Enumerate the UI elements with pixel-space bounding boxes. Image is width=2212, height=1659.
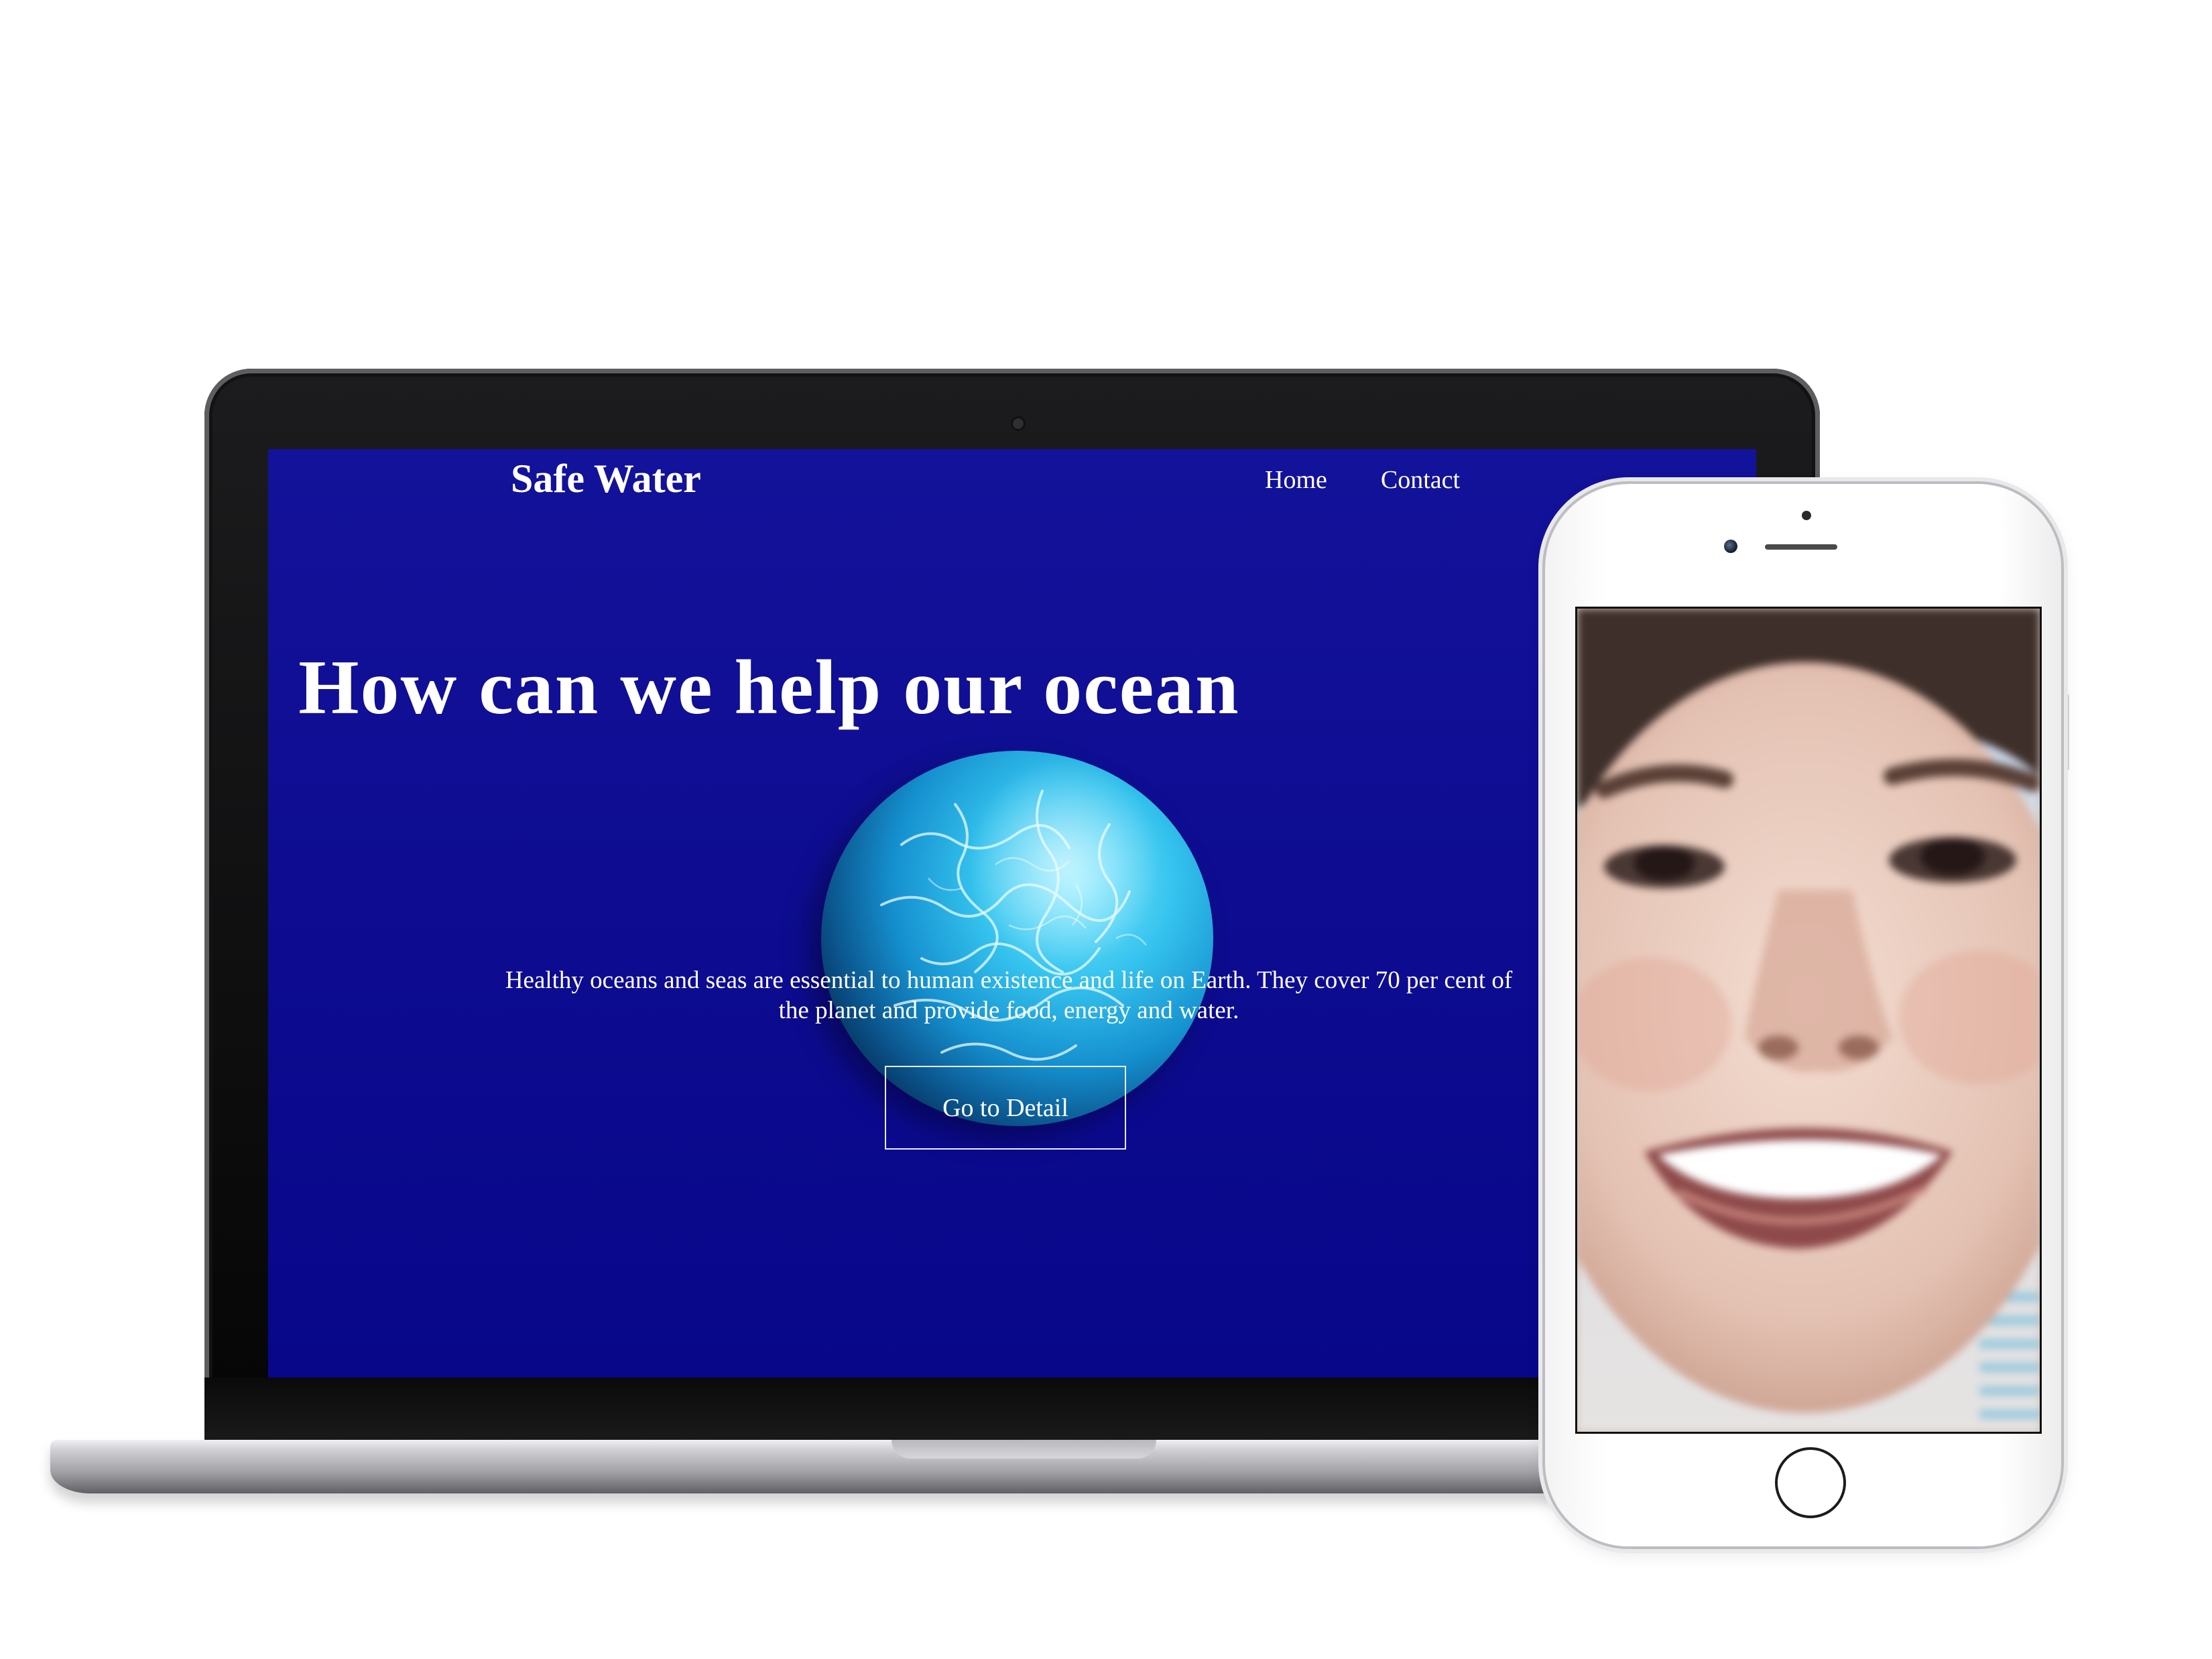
- go-to-detail-button[interactable]: Go to Detail: [885, 1066, 1126, 1150]
- site-logo[interactable]: Safe Water: [511, 456, 701, 502]
- hero-description: Healthy oceans and seas are essential to…: [505, 967, 1513, 1024]
- smiling-face-photo: [1577, 609, 2040, 1432]
- phone-home-button[interactable]: [1775, 1447, 1846, 1518]
- main-nav: Home Contact: [1265, 465, 1460, 495]
- phone-screen: [1575, 607, 2042, 1434]
- nav-link-home[interactable]: Home: [1265, 465, 1327, 495]
- laptop-opening-notch: [892, 1440, 1156, 1459]
- hero-title: How can we help our ocean: [298, 645, 1240, 731]
- laptop-screen: Safe Water Home Contact How can we help …: [268, 449, 1756, 1377]
- phone-earpiece-speaker: [1765, 544, 1837, 550]
- phone-power-button: [2060, 694, 2069, 771]
- phone-front-camera: [1724, 540, 1737, 553]
- phone-sensor: [1802, 511, 1811, 520]
- nav-link-contact[interactable]: Contact: [1381, 465, 1460, 495]
- laptop-camera: [1013, 418, 1024, 429]
